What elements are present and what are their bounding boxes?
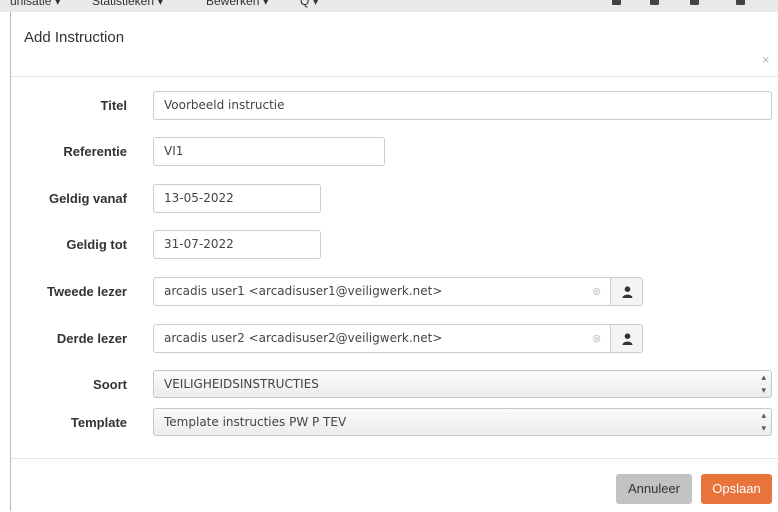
up-down-arrows-icon: ▴ ▾ [761,411,766,434]
user-icon [622,286,633,298]
menu-search[interactable]: Q ▾ [300,0,319,8]
template-selected-value: Template instructies PW P TEV [164,415,347,429]
cancel-button[interactable]: Annuleer [616,474,692,504]
add-instruction-modal: Add Instruction × Titel Voorbeeld instru… [11,12,778,511]
clear-icon[interactable]: ⊗ [592,285,601,298]
geldig-tot-label: Geldig tot [66,237,127,252]
menu-statistieken[interactable]: Statistieken ▾ [92,0,163,8]
select-user-button[interactable] [610,324,643,353]
referentie-input[interactable]: VI1 [153,137,385,166]
titel-input[interactable]: Voorbeeld instructie [153,91,772,120]
modal-title: Add Instruction [24,29,125,46]
toolbar-icon[interactable] [650,0,659,5]
tweede-lezer-input[interactable]: arcadis user1 <arcadisuser1@veiligwerk.n… [153,277,611,306]
select-user-button[interactable] [610,277,643,306]
soort-label: Soort [93,377,127,392]
geldig-vanaf-label: Geldig vanaf [48,191,127,206]
geldig-tot-date-input[interactable]: 31-07-2022 [153,230,321,259]
referentie-label: Referentie [63,144,127,159]
template-label: Template [70,415,127,430]
soort-selected-value: VEILIGHEIDSINSTRUCTIES [164,377,319,391]
clear-icon[interactable]: ⊗ [592,332,601,345]
user-icon [622,333,633,345]
close-icon[interactable]: × [762,52,770,67]
modal-header: Add Instruction × [11,12,778,77]
up-down-arrows-icon: ▴ ▾ [761,373,766,396]
save-button[interactable]: Opslaan [701,474,772,504]
geldig-vanaf-date-input[interactable]: 13-05-2022 [153,184,321,213]
modal-footer: Annuleer Opslaan [11,458,778,512]
titel-label: Titel [100,98,128,113]
menu-organisatie[interactable]: unisatie ▾ [10,0,61,8]
toolbar-icon[interactable] [612,0,621,5]
derde-lezer-label: Derde lezer [56,331,127,346]
soort-select[interactable]: VEILIGHEIDSINSTRUCTIES ▴ ▾ [153,370,772,398]
toolbar-icon[interactable] [690,0,699,5]
tweede-lezer-label: Tweede lezer [47,284,127,299]
background-page-edge [0,12,11,511]
derde-lezer-input[interactable]: arcadis user2 <arcadisuser2@veiligwerk.n… [153,324,611,353]
toolbar-icon[interactable] [736,0,745,5]
template-select[interactable]: Template instructies PW P TEV ▴ ▾ [153,408,772,436]
menu-bewerken[interactable]: Bewerken ▾ [206,0,269,8]
